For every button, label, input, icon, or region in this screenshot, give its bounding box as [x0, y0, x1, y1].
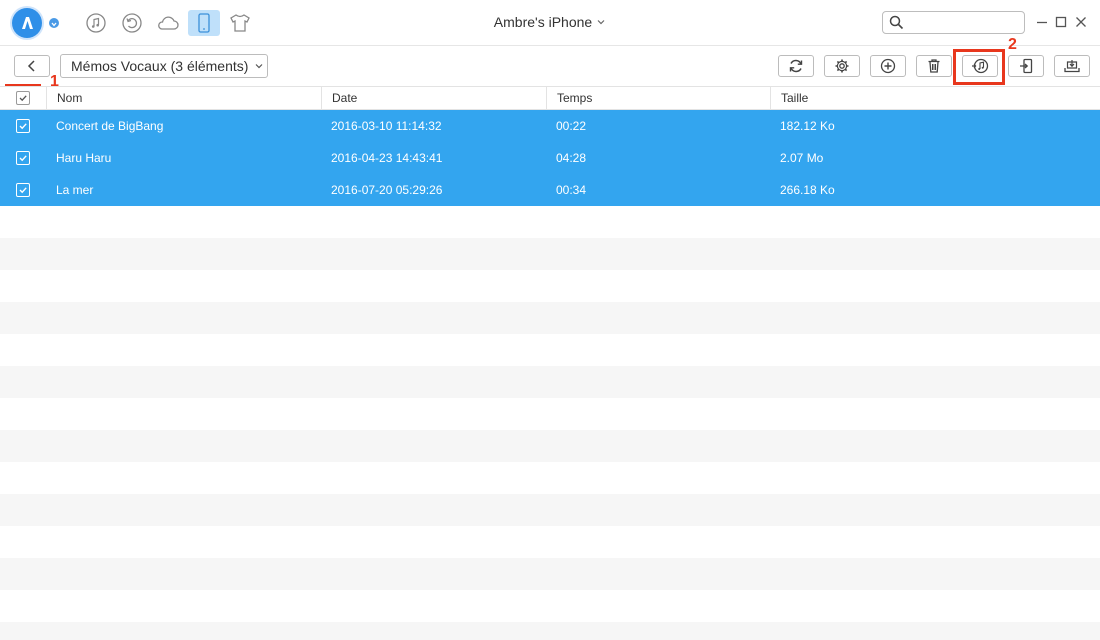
table-row[interactable]: Haru Haru 2016-04-23 14:43:41 04:28 2.07… — [0, 142, 1100, 174]
title-bar: Ambre's iPhone — [0, 0, 1100, 46]
close-icon — [1076, 17, 1086, 27]
search-box[interactable] — [882, 11, 1025, 34]
empty-row — [0, 430, 1100, 462]
nav-cloud-button[interactable] — [156, 11, 180, 35]
settings-icon — [835, 59, 849, 73]
chevron-down-icon — [597, 20, 605, 25]
empty-row — [0, 494, 1100, 526]
chevron-down-icon — [51, 22, 57, 27]
table-header: Nom Date Temps Taille — [0, 86, 1100, 110]
cell-duration: 00:22 — [556, 119, 587, 133]
app-menu-caret[interactable] — [49, 18, 59, 28]
cell-name: Haru Haru — [56, 151, 112, 165]
nav-music-button[interactable] — [84, 11, 108, 35]
nav-history-button[interactable] — [120, 11, 144, 35]
row-checkbox[interactable] — [16, 183, 30, 197]
minimize-icon — [1037, 21, 1047, 24]
column-header-name[interactable]: Nom — [46, 87, 321, 110]
empty-row — [0, 238, 1100, 270]
checkmark-icon — [19, 95, 27, 102]
to-device-icon — [1020, 58, 1033, 74]
back-button[interactable] — [14, 55, 50, 77]
cell-name: Concert de BigBang — [56, 119, 164, 133]
cell-size: 182.12 Ko — [780, 119, 835, 133]
nav-device-button[interactable] — [188, 10, 220, 36]
nav-tshirt-button[interactable] — [228, 11, 252, 35]
cell-date: 2016-04-23 14:43:41 — [331, 151, 443, 165]
table-row[interactable]: Concert de BigBang 2016-03-10 11:14:32 0… — [0, 110, 1100, 142]
empty-row — [0, 590, 1100, 622]
empty-row — [0, 270, 1100, 302]
to-computer-icon — [1064, 60, 1080, 73]
history-icon — [122, 13, 142, 33]
refresh-icon — [789, 59, 803, 73]
search-icon — [889, 15, 904, 30]
add-button[interactable] — [870, 55, 906, 77]
highlight-box-2 — [953, 49, 1005, 85]
empty-row — [0, 334, 1100, 366]
music-icon — [86, 13, 106, 33]
minimize-button[interactable] — [1034, 14, 1050, 30]
close-button[interactable] — [1073, 14, 1089, 30]
checkmark-icon — [19, 187, 27, 194]
cell-duration: 00:34 — [556, 183, 587, 197]
empty-row — [0, 206, 1100, 238]
chevron-left-icon — [27, 60, 35, 72]
phone-icon — [198, 13, 210, 33]
cell-name: La mer — [56, 183, 94, 197]
to-device-button[interactable] — [1008, 55, 1044, 77]
delete-button[interactable] — [916, 55, 952, 77]
device-name: Ambre's iPhone — [493, 14, 593, 30]
device-selector[interactable]: Ambre's iPhone — [470, 14, 630, 30]
empty-row — [0, 366, 1100, 398]
toolbar: Mémos Vocaux (3 éléments) — [0, 46, 1100, 86]
cell-duration: 04:28 — [556, 151, 587, 165]
checkmark-icon — [19, 155, 27, 162]
column-header-size[interactable]: Taille — [770, 87, 1100, 110]
maximize-icon — [1055, 16, 1067, 28]
add-icon — [880, 58, 896, 74]
column-header-date[interactable]: Date — [321, 87, 546, 110]
cell-size: 2.07 Mo — [780, 151, 824, 165]
row-checkbox[interactable] — [16, 151, 30, 165]
maximize-button[interactable] — [1053, 14, 1069, 30]
category-select[interactable]: Mémos Vocaux (3 éléments) — [60, 54, 268, 78]
search-input[interactable] — [909, 14, 1019, 31]
empty-row — [0, 622, 1100, 640]
column-header-duration[interactable]: Temps — [546, 87, 770, 110]
empty-row — [0, 462, 1100, 494]
app-logo-icon — [22, 17, 33, 29]
annotation-marker-2: 2 — [1008, 36, 1017, 53]
select-all-cell — [0, 87, 46, 110]
delete-icon — [928, 59, 940, 73]
cell-date: 2016-07-20 05:29:26 — [331, 183, 443, 197]
tshirt-icon — [230, 14, 250, 32]
to-computer-button[interactable] — [1054, 55, 1090, 77]
empty-row — [0, 526, 1100, 558]
row-checkbox[interactable] — [16, 119, 30, 133]
table-row[interactable]: La mer 2016-07-20 05:29:26 00:34 266.18 … — [0, 174, 1100, 206]
category-label: Mémos Vocaux (3 éléments) — [71, 58, 249, 74]
cell-date: 2016-03-10 11:14:32 — [331, 119, 442, 133]
checkmark-icon — [19, 123, 27, 130]
empty-row — [0, 302, 1100, 334]
select-all-checkbox[interactable] — [16, 91, 30, 105]
app-logo-button[interactable] — [12, 8, 42, 38]
cell-size: 266.18 Ko — [780, 183, 835, 197]
settings-button[interactable] — [824, 55, 860, 77]
empty-row — [0, 398, 1100, 430]
chevron-down-icon — [255, 64, 263, 69]
cloud-icon — [158, 16, 179, 30]
empty-row — [0, 558, 1100, 590]
refresh-button[interactable] — [778, 55, 814, 77]
